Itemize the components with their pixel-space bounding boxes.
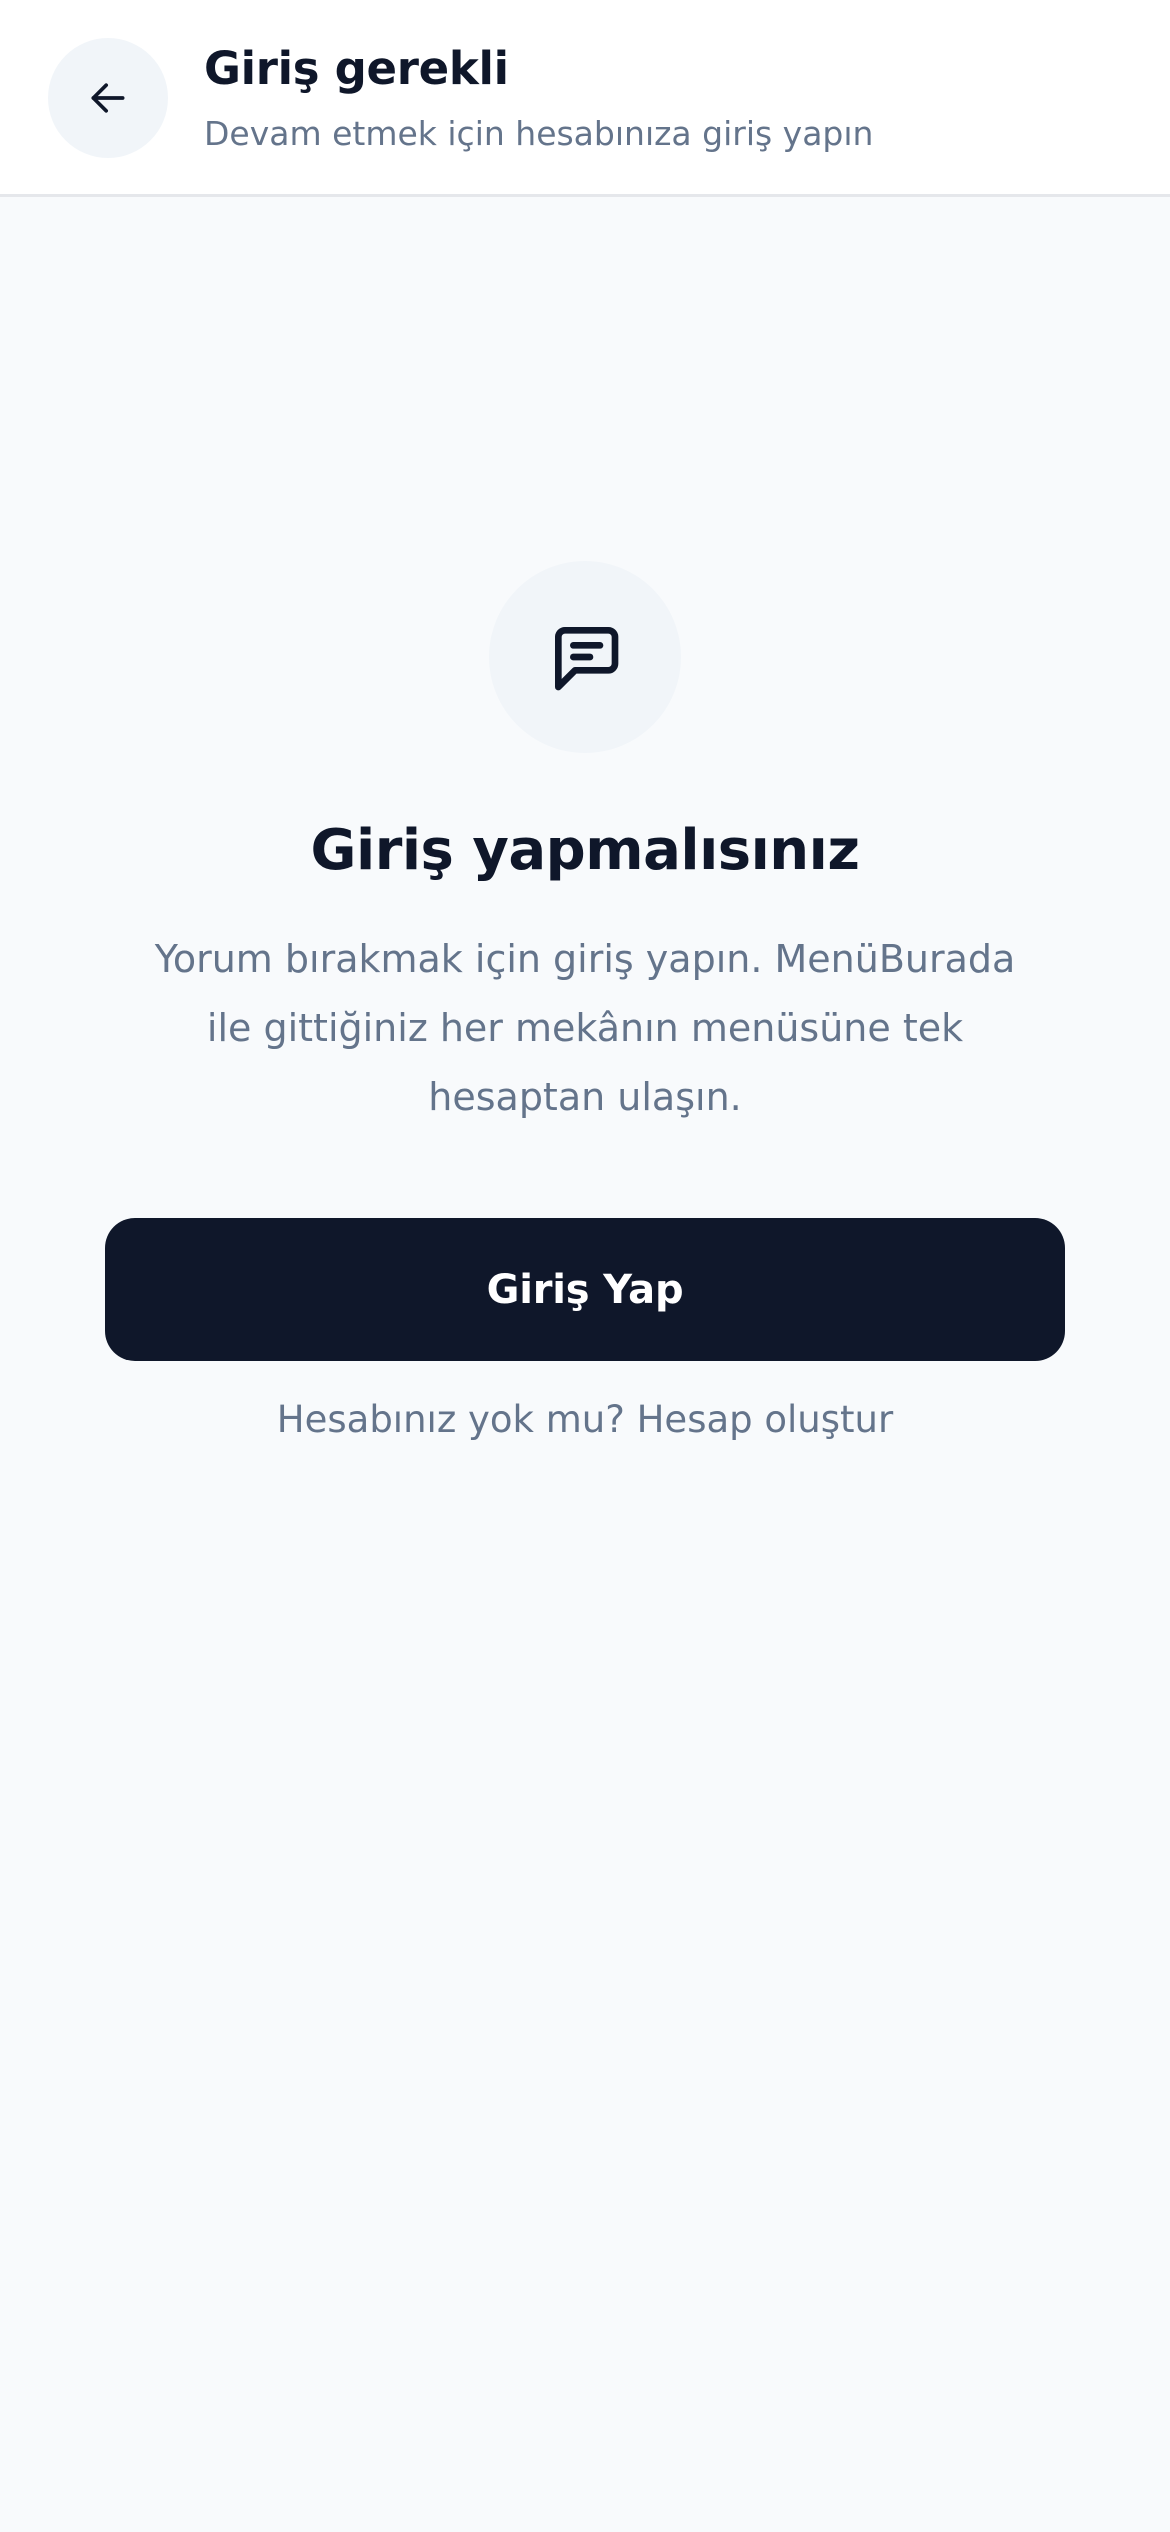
create-account-link[interactable]: Hesabınız yok mu? Hesap oluştur	[0, 1398, 1170, 1441]
arrow-left-icon	[91, 83, 125, 113]
empty-state-title: Giriş yapmalısınız	[310, 818, 860, 883]
page-subtitle: Devam etmek için hesabınıza giriş yapın	[204, 114, 874, 153]
back-button[interactable]	[48, 38, 168, 158]
app-header: Giriş gerekli Devam etmek için hesabınız…	[0, 0, 1170, 197]
empty-state-description: Yorum bırakmak için giriş yapın. MenüBur…	[154, 937, 1016, 1119]
message-square-text-icon	[555, 627, 619, 691]
empty-state-icon-container	[489, 561, 681, 753]
page-title: Giriş gerekli	[204, 42, 509, 95]
login-button[interactable]: Giriş Yap	[105, 1218, 1065, 1361]
